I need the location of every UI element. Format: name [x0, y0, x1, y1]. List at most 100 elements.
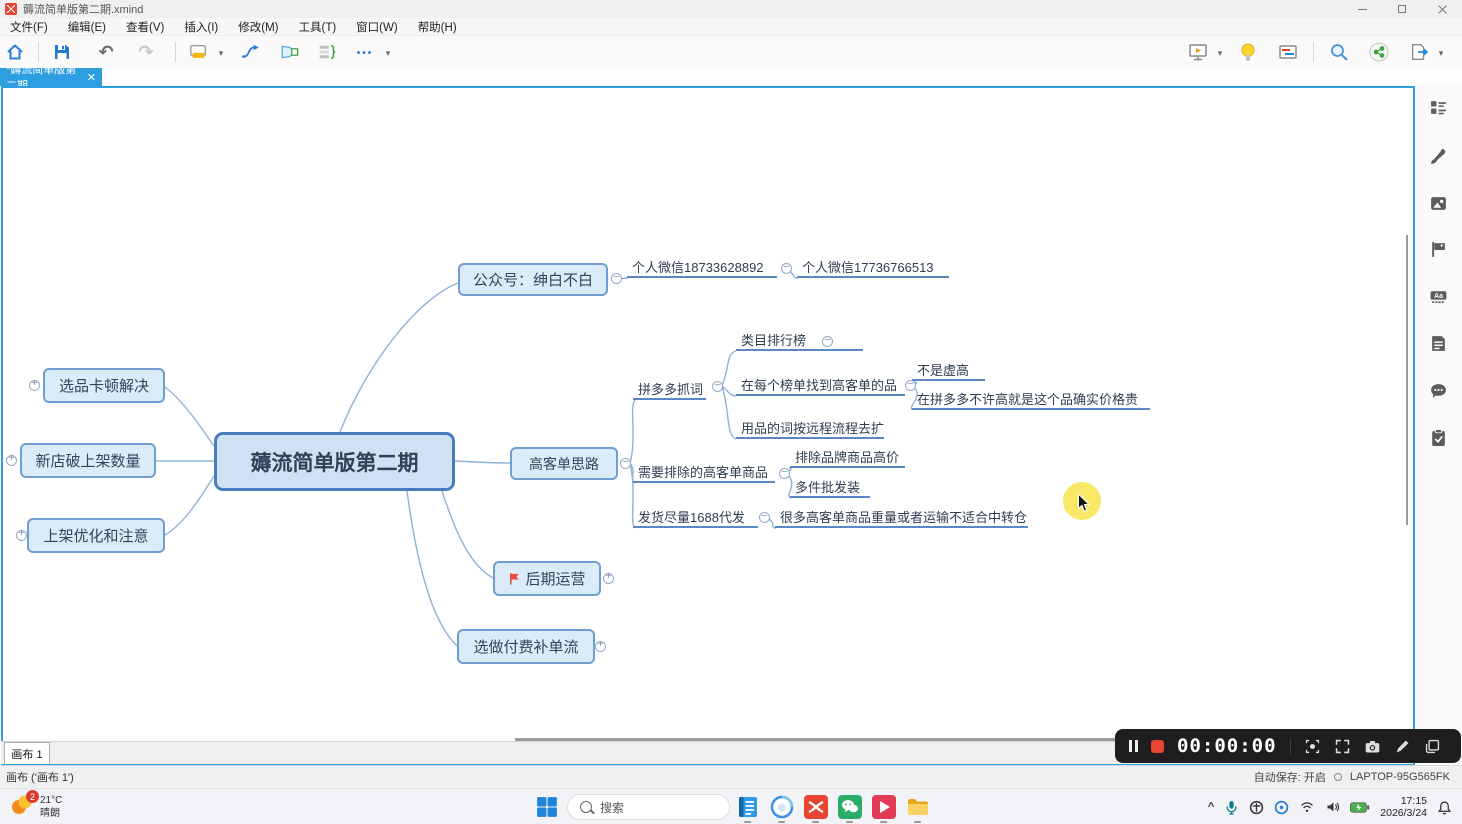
screenshot-button[interactable] [1364, 738, 1381, 755]
menu-tools[interactable]: 工具(T) [296, 18, 338, 36]
sheet-tab-canvas1[interactable]: 画布 1 [4, 742, 50, 764]
presentation-dropdown[interactable] [1213, 39, 1227, 65]
expand-icon[interactable] [603, 573, 614, 584]
topic-shangjia-youhua[interactable]: 上架优化和注意 [27, 518, 165, 553]
app-tray-icon[interactable] [1274, 800, 1289, 815]
weather-widget[interactable]: 2 21°C 晴朗 [10, 792, 62, 821]
stop-recording-button[interactable] [1151, 740, 1164, 753]
notification-bell-icon[interactable] [1437, 800, 1452, 815]
tab-close-icon[interactable]: ✕ [87, 71, 96, 84]
topic-gaokedan[interactable]: 高客单思路 [510, 447, 618, 480]
pause-recording-button[interactable] [1129, 740, 1138, 752]
taskbar-app-browser[interactable] [770, 795, 794, 819]
label-panel-button[interactable]: Aa [1429, 287, 1448, 306]
marker-panel-button[interactable] [1429, 240, 1448, 259]
collapse-icon[interactable] [712, 381, 723, 392]
collapse-icon[interactable] [611, 273, 622, 284]
redo-button[interactable] [131, 39, 161, 65]
annotate-button[interactable] [1394, 738, 1411, 755]
topic-gongzhonghao[interactable]: 公众号：绅白不白 [458, 263, 608, 296]
expand-icon[interactable] [6, 455, 17, 466]
taskbar-clock[interactable]: 17:15 2026/3/24 [1380, 795, 1427, 819]
more-tools-dropdown[interactable] [380, 39, 396, 65]
running-indicator [914, 821, 921, 823]
taskbar-app-xmind[interactable] [804, 795, 828, 819]
topic-central[interactable]: 薅流简单版第二期 [214, 432, 455, 491]
boundary-button[interactable] [274, 39, 304, 65]
export-button[interactable] [1404, 39, 1434, 65]
share-button[interactable] [1364, 39, 1394, 65]
ime-icon[interactable] [1249, 800, 1264, 815]
topic-leimu-paihang[interactable]: 类目排行榜 [736, 333, 863, 351]
task-panel-button[interactable] [1429, 428, 1448, 447]
sheet-button[interactable] [184, 39, 214, 65]
wifi-icon[interactable] [1299, 800, 1315, 814]
presentation-button[interactable] [1183, 39, 1213, 65]
expand-icon[interactable] [29, 380, 40, 391]
collapse-icon[interactable] [905, 380, 916, 391]
export-dropdown[interactable] [1434, 39, 1448, 65]
topic-pdd-zhuaci[interactable]: 拼多多抓词 [633, 382, 706, 400]
battery-icon[interactable] [1350, 802, 1370, 813]
topic-xuyao-paichu[interactable]: 需要排除的高客单商品 [633, 465, 775, 483]
collapse-icon[interactable] [759, 512, 770, 523]
menu-view[interactable]: 查看(V) [124, 18, 166, 36]
style-panel-button[interactable] [1429, 147, 1448, 166]
topic-duojian-pifa[interactable]: 多件批发装 [790, 480, 870, 498]
topic-weixin-1[interactable]: 个人微信18733628892 [627, 260, 777, 278]
microphone-icon[interactable] [1224, 800, 1239, 815]
start-button[interactable] [536, 796, 558, 818]
undo-button[interactable] [91, 39, 121, 65]
expand-icon[interactable] [595, 641, 606, 652]
summary-button[interactable] [312, 39, 342, 65]
image-panel-button[interactable] [1429, 194, 1448, 213]
topic-jiage-gui[interactable]: 在拼多多不许高就是这个品确实价格贵 [912, 392, 1150, 410]
topic-zhongzhuancang[interactable]: 很多高客单商品重量或者运输不适合中转仓 [775, 510, 1028, 528]
collapse-icon[interactable] [779, 468, 790, 479]
taskbar-app-explorer[interactable] [906, 795, 930, 819]
menu-file[interactable]: 文件(F) [8, 18, 50, 36]
minimize-button[interactable] [1342, 0, 1382, 18]
menu-modify[interactable]: 修改(M) [236, 18, 280, 36]
topic-weixin-2[interactable]: 个人微信17736766513 [797, 260, 949, 278]
expand-icon[interactable] [16, 530, 27, 541]
record-region-button[interactable] [1304, 738, 1321, 755]
collapse-icon[interactable] [781, 263, 792, 274]
comments-panel-button[interactable] [1429, 381, 1448, 400]
speaker-icon[interactable] [1325, 800, 1340, 814]
fullscreen-button[interactable] [1334, 738, 1351, 755]
taskbar-app-media[interactable] [872, 795, 896, 819]
format-panel-button[interactable] [1429, 98, 1448, 117]
tray-expand-icon[interactable]: ^ [1208, 801, 1214, 813]
menu-window[interactable]: 窗口(W) [354, 18, 400, 36]
windows-mode-button[interactable] [1424, 738, 1441, 755]
collapse-icon[interactable] [822, 336, 833, 347]
topic-houqi-yunying[interactable]: 后期运营 [493, 561, 601, 596]
topic-yongpin-ci[interactable]: 用品的词按远程流程去扩 [736, 421, 884, 439]
topic-paichu-pinpai[interactable]: 排除品牌商品高价 [790, 450, 905, 468]
topic-xuanpin-kadun[interactable]: 选品卡顿解决 [43, 368, 165, 403]
more-tools-button[interactable] [350, 39, 380, 65]
taskbar-app-notepad[interactable] [736, 795, 760, 819]
topic-xindian-shangjia[interactable]: 新店破上架数量 [20, 443, 156, 478]
topic-fahuo-1688[interactable]: 发货尽量1688代发 [633, 510, 758, 528]
taskbar-search[interactable]: 搜索 [567, 794, 730, 820]
relationship-button[interactable] [236, 39, 266, 65]
notes-panel-button[interactable] [1429, 334, 1448, 353]
document-tab[interactable]: *薅流简单版第二期 ✕ [0, 68, 102, 86]
taskbar-app-wechat[interactable] [838, 795, 862, 819]
collapse-icon[interactable] [620, 458, 631, 469]
menu-edit[interactable]: 编辑(E) [66, 18, 108, 36]
close-button[interactable] [1422, 0, 1462, 18]
search-button[interactable] [1324, 39, 1354, 65]
menu-help[interactable]: 帮助(H) [416, 18, 459, 36]
vertical-scrollbar[interactable] [1406, 235, 1408, 525]
sheet-dropdown[interactable] [214, 39, 228, 65]
panel-button[interactable] [1273, 39, 1303, 65]
topic-fufei-budan[interactable]: 选做付费补单流 [457, 629, 595, 664]
topic-bushixugao[interactable]: 不是虚高 [912, 363, 985, 381]
menu-insert[interactable]: 插入(I) [182, 18, 220, 36]
maximize-button[interactable] [1382, 0, 1422, 18]
idea-button[interactable] [1233, 39, 1263, 65]
topic-bangdan-gaokedan[interactable]: 在每个榜单找到高客单的品 [736, 378, 905, 396]
